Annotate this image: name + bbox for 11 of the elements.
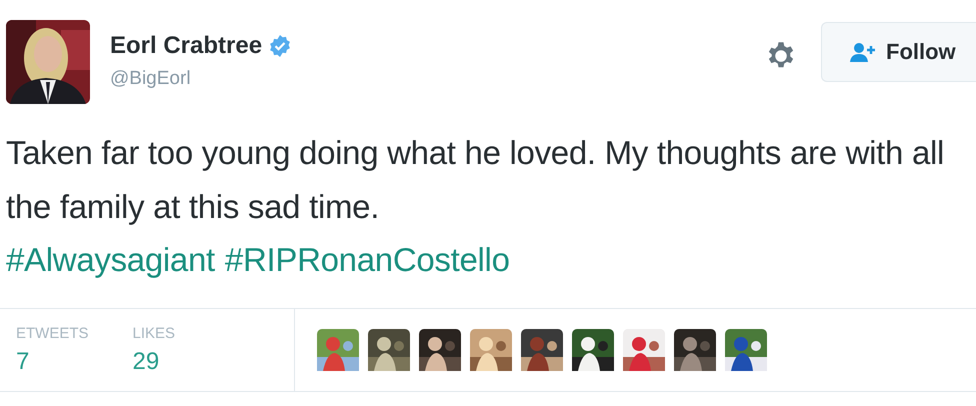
add-user-icon <box>850 42 876 62</box>
stat-count[interactable]: 29 <box>132 348 176 376</box>
hashtag-link[interactable]: #Alwaysagiant <box>6 234 215 286</box>
stat-count[interactable]: 7 <box>16 348 89 376</box>
author-name[interactable]: Eorl Crabtree <box>110 32 262 60</box>
follow-button[interactable]: Follow <box>821 22 976 82</box>
author-handle[interactable]: @BigEorl <box>110 68 766 90</box>
stat-label: LIKES <box>132 324 176 342</box>
stat-label: ETWEETS <box>16 324 89 342</box>
tweet-text: Taken far too young doing what he loved. My thoughts are with all the family at this sad time. <box>6 133 946 227</box>
hashtag-link[interactable]: #RIPRonanCostello <box>224 234 510 286</box>
